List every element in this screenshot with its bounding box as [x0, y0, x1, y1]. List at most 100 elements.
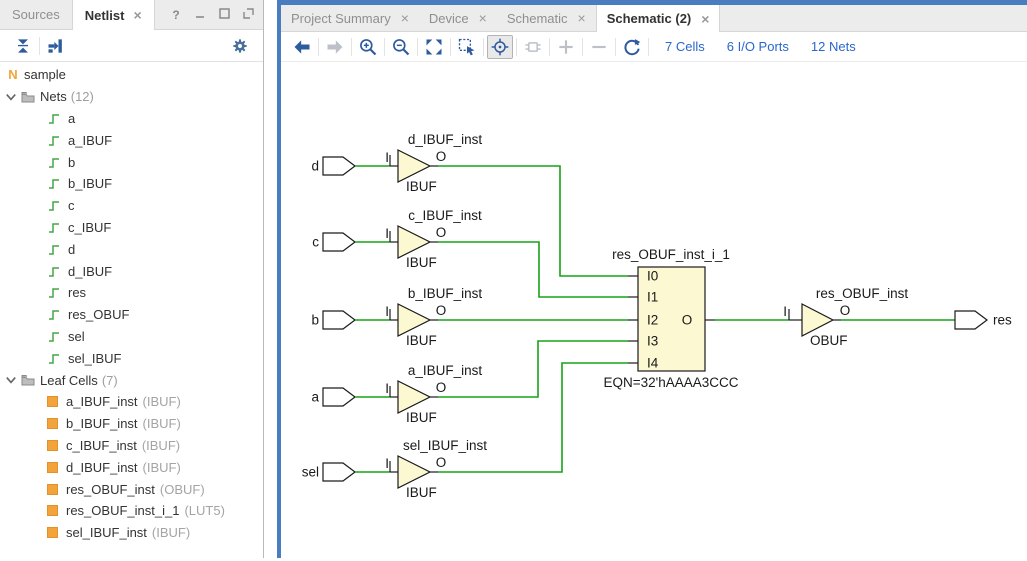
obuf-shape[interactable] — [802, 304, 833, 336]
collapse-all-button[interactable] — [10, 34, 36, 58]
ibuf-shape[interactable] — [398, 304, 430, 336]
schematic-canvas[interactable]: d I O d_IBUF_inst IBUF c I — [281, 62, 1027, 558]
tab-schematic[interactable]: Schematic × — [497, 5, 596, 31]
schematic-panel-tabbar: Project Summary × Device × Schematic × S… — [281, 5, 1027, 32]
instance-label: sel_IBUF_inst — [403, 438, 487, 453]
close-icon[interactable]: × — [133, 8, 141, 22]
pin-label: O — [436, 303, 447, 318]
tree-item-net[interactable]: d — [0, 238, 263, 260]
scroll-to-selected-button[interactable] — [43, 34, 69, 58]
float-icon[interactable] — [241, 8, 255, 22]
tree-item-cell[interactable]: res_OBUF_inst(OBUF) — [0, 478, 263, 500]
tree-item-net[interactable]: a — [0, 108, 263, 130]
tree-item-net[interactable]: d_IBUF — [0, 260, 263, 282]
net-label: d — [68, 242, 75, 257]
io-ports-count-link[interactable]: 6 I/O Ports — [727, 39, 789, 54]
settings-gear-icon[interactable] — [227, 34, 253, 58]
pin-label: I4 — [647, 356, 659, 371]
port-label: b — [311, 313, 319, 328]
regenerate-button[interactable] — [619, 35, 645, 59]
cell-label: res_OBUF_inst_i_1 — [66, 503, 179, 518]
minimize-icon[interactable] — [193, 8, 207, 22]
zoom-in-button[interactable] — [355, 35, 381, 59]
tree-group-nets[interactable]: Nets (12) — [0, 86, 263, 108]
tree-item-cell[interactable]: b_IBUF_inst (IBUF) — [0, 413, 263, 435]
net-wire-sel-ibuf[interactable] — [438, 363, 628, 472]
net-icon — [48, 352, 60, 365]
netlist-tree: N sample Nets (12) a a_IBUF b b_IBUF c c… — [0, 62, 263, 544]
tree-item-cell[interactable]: sel_IBUF_inst(IBUF) — [0, 522, 263, 544]
tree-item-sample[interactable]: N sample — [0, 64, 263, 86]
expand-cone-button[interactable] — [520, 35, 546, 59]
ibuf-shape[interactable] — [398, 226, 430, 258]
add-button[interactable] — [553, 35, 579, 59]
nets-count-link[interactable]: 12 Nets — [811, 39, 856, 54]
maximize-icon[interactable] — [217, 8, 231, 22]
chevron-down-icon[interactable] — [5, 91, 17, 103]
close-icon[interactable]: × — [401, 11, 409, 25]
forward-button[interactable] — [322, 35, 348, 59]
chevron-down-icon[interactable] — [5, 374, 17, 386]
tab-device[interactable]: Device × — [419, 5, 497, 31]
cell-type: (IBUF) — [143, 416, 181, 431]
tab-label: Device — [429, 11, 469, 26]
net-label: sel_IBUF — [68, 351, 121, 366]
remove-button[interactable] — [586, 35, 612, 59]
folder-icon — [21, 374, 35, 386]
pin-label: I — [385, 226, 389, 241]
net-label: a — [68, 111, 75, 126]
autofit-selection-button[interactable] — [487, 35, 513, 59]
tree-item-cell[interactable]: d_IBUF_inst(IBUF) — [0, 456, 263, 478]
help-icon[interactable]: ? — [169, 8, 183, 22]
tree-item-net[interactable]: b_IBUF — [0, 173, 263, 195]
tree-item-cell[interactable]: a_IBUF_inst(IBUF) — [0, 391, 263, 413]
ibuf-shape[interactable] — [398, 381, 430, 413]
input-port-shape[interactable] — [323, 157, 355, 175]
net-label: c — [68, 198, 75, 213]
lut5-cell: res_OBUF_inst_i_1 I0 I1 I2 I3 I4 O EQN=3… — [603, 247, 738, 390]
tab-schematic-2[interactable]: Schematic (2) × — [596, 5, 721, 32]
net-label: d_IBUF — [68, 264, 112, 279]
net-label: sel — [68, 329, 85, 344]
net-icon — [48, 286, 60, 299]
ibuf-shape[interactable] — [398, 456, 430, 488]
zoom-fit-button[interactable] — [421, 35, 447, 59]
input-port-shape[interactable] — [323, 233, 355, 251]
tree-item-net[interactable]: res — [0, 282, 263, 304]
output-port-shape[interactable] — [955, 311, 987, 329]
cells-count-link[interactable]: 7 Cells — [665, 39, 705, 54]
tree-item-cell[interactable]: res_OBUF_inst_i_1(LUT5) — [0, 500, 263, 522]
port-label: sel — [302, 465, 319, 480]
cell-icon — [47, 462, 58, 473]
net-icon — [48, 265, 60, 278]
tab-netlist[interactable]: Netlist × — [72, 0, 155, 30]
tree-item-net[interactable]: res_OBUF — [0, 304, 263, 326]
pin-label: I — [385, 304, 389, 319]
close-icon[interactable]: × — [578, 11, 586, 25]
net-icon — [48, 156, 60, 169]
close-icon[interactable]: × — [701, 12, 709, 26]
back-button[interactable] — [289, 35, 315, 59]
tree-item-net[interactable]: c_IBUF — [0, 217, 263, 239]
input-port-shape[interactable] — [323, 311, 355, 329]
net-label: a_IBUF — [68, 133, 112, 148]
tree-item-net[interactable]: sel_IBUF — [0, 347, 263, 369]
tree-item-net[interactable]: sel — [0, 326, 263, 348]
net-icon — [48, 177, 60, 190]
zoom-out-button[interactable] — [388, 35, 414, 59]
zoom-to-selection-button[interactable] — [454, 35, 480, 59]
tab-project-summary[interactable]: Project Summary × — [281, 5, 419, 31]
input-port-shape[interactable] — [323, 463, 355, 481]
ibuf-shape[interactable] — [398, 150, 430, 182]
cell-label: b_IBUF_inst — [66, 416, 138, 431]
tree-item-net[interactable]: b — [0, 151, 263, 173]
tree-item-cell[interactable]: c_IBUF_inst(IBUF) — [0, 435, 263, 457]
cell-label: res_OBUF_inst — [66, 482, 155, 497]
tree-item-net[interactable]: c — [0, 195, 263, 217]
input-port-shape[interactable] — [323, 388, 355, 406]
tree-group-leaf-cells[interactable]: Leaf Cells (7) — [0, 369, 263, 391]
tree-item-net[interactable]: a_IBUF — [0, 129, 263, 151]
close-icon[interactable]: × — [479, 11, 487, 25]
tab-sources[interactable]: Sources — [0, 0, 72, 29]
schematic-stats: 7 Cells 6 I/O Ports 12 Nets — [652, 39, 856, 54]
